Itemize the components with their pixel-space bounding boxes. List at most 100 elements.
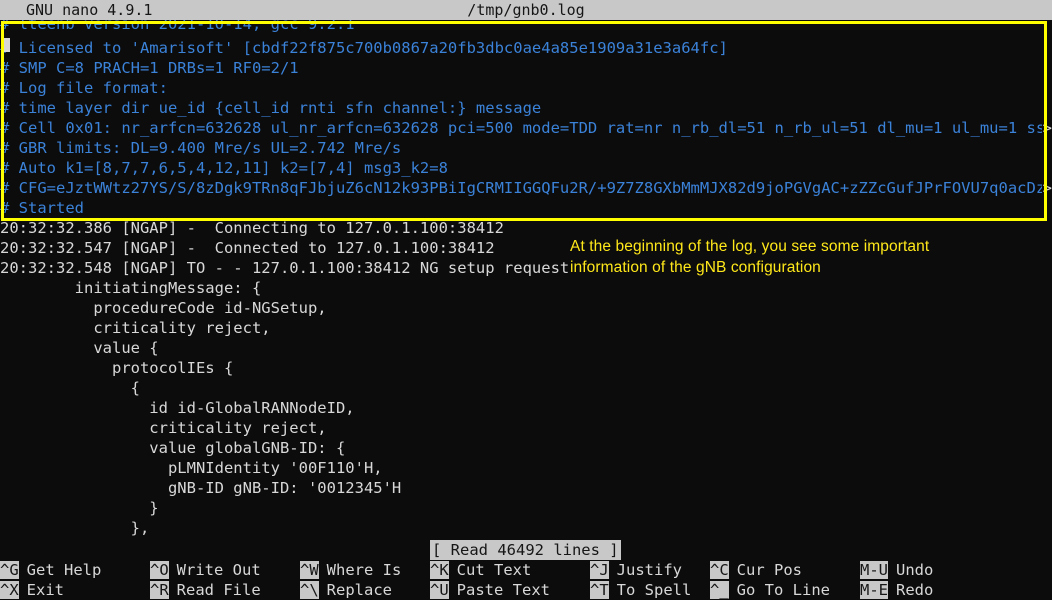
shortcut-label: Justify xyxy=(608,561,682,579)
editor-line: gNB-ID gNB-ID: '0012345'H xyxy=(0,478,1052,498)
shortcut-key: ^R xyxy=(150,581,169,599)
editor-line-text: criticality reject, xyxy=(0,319,271,337)
editor-line-text: }, xyxy=(0,519,150,537)
shortcut-label: Redo xyxy=(888,581,934,599)
shortcut-cut-text[interactable]: ^K Cut Text xyxy=(430,560,532,580)
editor-line: }, xyxy=(0,518,1052,538)
shortcut-key: ^K xyxy=(430,561,449,579)
editor-line: # Started xyxy=(0,198,1052,218)
editor-line: } xyxy=(0,498,1052,518)
editor-line-text: pLMNIdentity '00F110'H, xyxy=(0,459,383,477)
editor-line-text: } xyxy=(0,499,159,517)
editor-text-area[interactable]: # lteenb version 2021-10-14, gcc 9.2.1 # … xyxy=(0,20,1052,538)
editor-line-text: gNB-ID gNB-ID: '0012345'H xyxy=(0,479,402,497)
shortcut-label: Replace xyxy=(318,581,392,599)
nano-terminal-window: GNU nano 4.9.1 /tmp/gnb0.log # lteenb ve… xyxy=(0,0,1052,600)
shortcut-key: ^X xyxy=(0,581,19,599)
editor-line-text: procedureCode id-NGSetup, xyxy=(0,299,327,317)
editor-line-text: # time layer dir ue_id {cell_id rnti sfn… xyxy=(0,99,542,117)
shortcut-get-help[interactable]: ^G Get Help xyxy=(0,560,102,580)
editor-line-text: # Log file format: xyxy=(0,79,168,97)
editor-line: # SMP C=8 PRACH=1 DRBs=1 RF0=2/1 xyxy=(0,58,1052,78)
editor-line: value { xyxy=(0,338,1052,358)
shortcut-read-file[interactable]: ^R Read File xyxy=(150,580,261,600)
open-file-path: /tmp/gnb0.log xyxy=(467,1,585,19)
shortcut-key: ^U xyxy=(430,581,449,599)
status-message: [ Read 46492 lines ] xyxy=(430,540,621,560)
editor-line-text: # Cell 0x01: nr_arfcn=632628 ul_nr_arfcn… xyxy=(0,119,1052,137)
text-cursor xyxy=(2,38,10,52)
annotation-line-2: information of the gNB configuration xyxy=(570,259,821,276)
shortcut-label: Undo xyxy=(888,561,934,579)
shortcut-row-2: ^X Exit ^R Read File ^\ Replace ^U Paste Text ^T… xyxy=(0,580,1052,600)
shortcut-go-to-line[interactable]: ^_ Go To Line xyxy=(710,580,830,600)
editor-line: # time layer dir ue_id {cell_id rnti sfn… xyxy=(0,98,1052,118)
shortcut-key: ^\ xyxy=(300,581,319,599)
annotation-callout: At the beginning of the log, you see som… xyxy=(570,236,1040,278)
shortcut-label: Read File xyxy=(168,581,261,599)
editor-line-text: value globalGNB-ID: { xyxy=(0,439,346,457)
editor-line-text: criticality reject, xyxy=(0,419,327,437)
shortcut-label: Get Help xyxy=(18,561,102,579)
editor-line-text: # Started xyxy=(0,199,84,217)
editor-line-text: # Licensed to 'Amarisoft' [cbdf22f875c70… xyxy=(0,39,728,57)
editor-line-text: 20:32:32.548 [NGAP] TO - - 127.0.1.100:3… xyxy=(0,259,570,277)
title-bar: GNU nano 4.9.1 /tmp/gnb0.log xyxy=(0,0,1052,20)
shortcut-paste-text[interactable]: ^U Paste Text xyxy=(430,580,550,600)
editor-line: value globalGNB-ID: { xyxy=(0,438,1052,458)
shortcut-where-is[interactable]: ^W Where Is xyxy=(300,560,402,580)
editor-line: # Licensed to 'Amarisoft' [cbdf22f875c70… xyxy=(0,38,1052,58)
shortcut-exit[interactable]: ^X Exit xyxy=(0,580,64,600)
shortcut-redo[interactable]: M-E Redo xyxy=(860,580,934,600)
shortcut-row-1: ^G Get Help ^O Write Out ^W Where Is ^K Cut Tex… xyxy=(0,560,1052,580)
line-continuation-marker: > xyxy=(1042,178,1052,198)
editor-line-text: protocolIEs { xyxy=(0,359,234,377)
editor-line: # CFG=eJztWWtz27YS/S/8zDgk9TRn8qFJbjuZ6c… xyxy=(0,178,1052,198)
shortcut-key: ^_ xyxy=(710,581,729,599)
shortcut-label: Cur Pos xyxy=(728,561,802,579)
shortcut-label: To Spell xyxy=(608,581,692,599)
shortcut-undo[interactable]: M-U Undo xyxy=(860,560,934,580)
shortcut-key: ^G xyxy=(0,561,19,579)
shortcut-label: Cut Text xyxy=(448,561,532,579)
shortcut-key: ^W xyxy=(300,561,319,579)
editor-line-text: value { xyxy=(0,339,159,357)
editor-line-text: initiatingMessage: { xyxy=(0,279,262,297)
shortcut-write-out[interactable]: ^O Write Out xyxy=(150,560,261,580)
editor-line: protocolIEs { xyxy=(0,358,1052,378)
editor-line: # GBR limits: DL=9.400 Mre/s UL=2.742 Mr… xyxy=(0,138,1052,158)
shortcut-replace[interactable]: ^\ Replace xyxy=(300,580,392,600)
shortcut-justify[interactable]: ^J Justify xyxy=(590,560,682,580)
shortcut-cur-pos[interactable]: ^C Cur Pos xyxy=(710,560,802,580)
editor-line-text: { xyxy=(0,379,140,397)
shortcut-key: ^T xyxy=(590,581,609,599)
shortcut-key: ^O xyxy=(150,561,169,579)
editor-line: 20:32:32.386 [NGAP] - Connecting to 127.… xyxy=(0,218,1052,238)
shortcut-key: M-U xyxy=(860,561,888,579)
editor-line-text: # Auto k1=[8,7,7,6,5,4,12,11] k2=[7,4] m… xyxy=(0,159,448,177)
editor-line-text: id id-GlobalRANNodeID, xyxy=(0,399,355,417)
editor-line: pLMNIdentity '00F110'H, xyxy=(0,458,1052,478)
shortcut-key: M-E xyxy=(860,581,888,599)
editor-line-text: # GBR limits: DL=9.400 Mre/s UL=2.742 Mr… xyxy=(0,139,402,157)
editor-line: # Log file format: xyxy=(0,78,1052,98)
editor-line: id id-GlobalRANNodeID, xyxy=(0,398,1052,418)
editor-line: { xyxy=(0,378,1052,398)
shortcut-label: Go To Line xyxy=(728,581,830,599)
editor-line: # Cell 0x01: nr_arfcn=632628 ul_nr_arfcn… xyxy=(0,118,1052,138)
annotation-line-1: At the beginning of the log, you see som… xyxy=(570,238,930,255)
shortcut-label: Where Is xyxy=(318,561,402,579)
line-continuation-marker: > xyxy=(1042,118,1052,138)
editor-line-text: # SMP C=8 PRACH=1 DRBs=1 RF0=2/1 xyxy=(0,59,299,77)
editor-line: initiatingMessage: { xyxy=(0,278,1052,298)
editor-line: criticality reject, xyxy=(0,318,1052,338)
editor-line: procedureCode id-NGSetup, xyxy=(0,298,1052,318)
editor-line: criticality reject, xyxy=(0,418,1052,438)
editor-line-text: # lteenb version 2021-10-14, gcc 9.2.1 xyxy=(0,20,355,33)
shortcut-label: Write Out xyxy=(168,561,261,579)
editor-line-text: 20:32:32.386 [NGAP] - Connecting to 127.… xyxy=(0,219,504,237)
shortcut-to-spell[interactable]: ^T To Spell xyxy=(590,580,692,600)
shortcut-label: Paste Text xyxy=(448,581,550,599)
shortcut-bar: ^G Get Help ^O Write Out ^W Where Is ^K Cut Tex… xyxy=(0,560,1052,600)
shortcut-label: Exit xyxy=(18,581,64,599)
